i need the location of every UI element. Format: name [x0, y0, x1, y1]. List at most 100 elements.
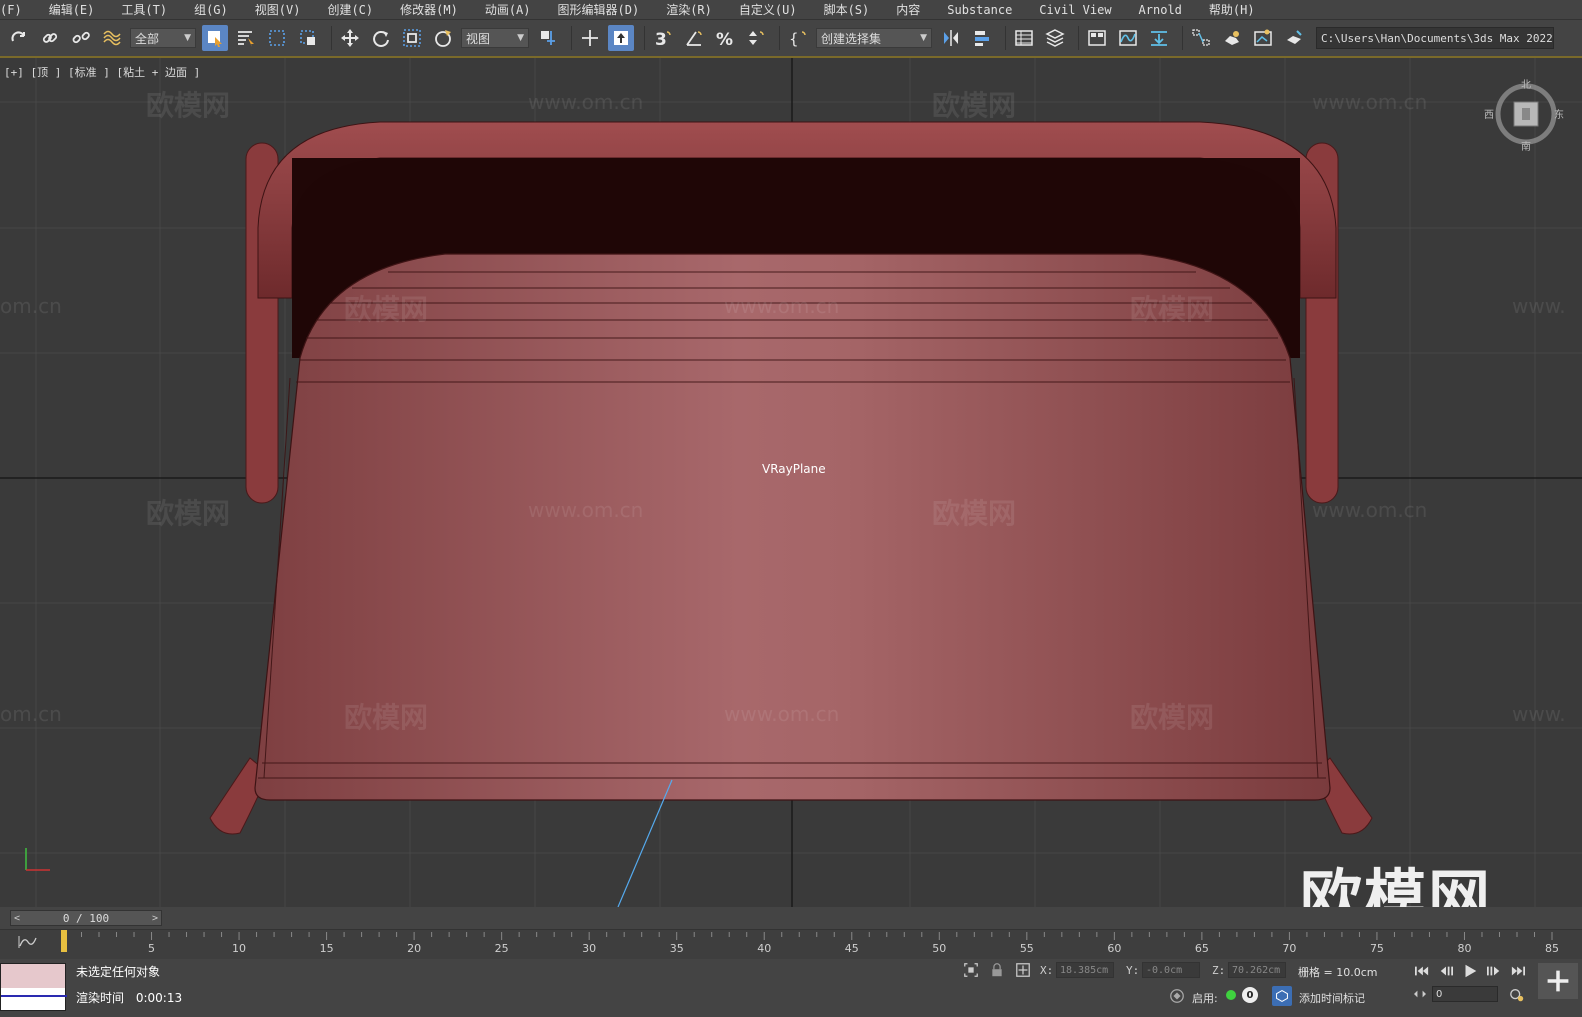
- menu-item[interactable]: 创建(C): [327, 1, 386, 18]
- go-to-start-icon[interactable]: [1412, 963, 1432, 979]
- unlink-icon[interactable]: [68, 25, 94, 51]
- reference-coord-dropdown[interactable]: 视图 ▼: [461, 28, 529, 48]
- maxscript-mini-listener[interactable]: [0, 963, 67, 1011]
- ribbon-toggle-icon[interactable]: [1084, 25, 1110, 51]
- menu-item[interactable]: 自定义(U): [739, 1, 810, 18]
- schematic-view-icon[interactable]: [1188, 25, 1214, 51]
- rendered-frame-window-icon[interactable]: [1250, 25, 1276, 51]
- trackbar[interactable]: 0510152025303540455055606570758085: [0, 929, 1582, 959]
- select-manipulate-icon[interactable]: [577, 25, 603, 51]
- window-crossing-icon[interactable]: [295, 25, 321, 51]
- render-setup-icon[interactable]: [1219, 25, 1245, 51]
- object-label: VRayPlane: [762, 462, 826, 476]
- named-selection-dropdown[interactable]: 创建选择集 ▼: [816, 28, 932, 48]
- menu-item[interactable]: Substance: [947, 3, 1025, 17]
- menu-item[interactable]: 动画(A): [485, 1, 544, 18]
- angle-snap-icon[interactable]: [681, 25, 707, 51]
- snap-toggle-icon[interactable]: 3: [650, 25, 676, 51]
- viewcube-north[interactable]: 北: [1521, 76, 1531, 91]
- play-icon[interactable]: [1460, 961, 1480, 981]
- redo-icon[interactable]: [6, 25, 32, 51]
- menu-item[interactable]: 图形编辑器(D): [558, 1, 653, 18]
- y-coord-field[interactable]: -0.0cm: [1142, 962, 1200, 978]
- keyboard-shortcut-override-icon[interactable]: [608, 25, 634, 51]
- watermark-url-partial-right: www.: [1512, 702, 1566, 726]
- select-object-icon[interactable]: [202, 25, 228, 51]
- current-frame-field[interactable]: 0: [1432, 986, 1498, 1002]
- menu-bar: (F) 编辑(E) 工具(T) 组(G) 视图(V) 创建(C) 修改器(M) 动画(A) 图形…: [0, 0, 1582, 20]
- rectangular-selection-icon[interactable]: [264, 25, 290, 51]
- menu-item[interactable]: 工具(T): [121, 1, 180, 18]
- render-production-icon[interactable]: [1281, 25, 1307, 51]
- x-coord-field[interactable]: 18.385cm: [1056, 962, 1114, 978]
- scene-explorer-icon[interactable]: [1011, 25, 1037, 51]
- time-slider-bar: < 0 / 100 >: [0, 907, 1582, 929]
- trackbar-tick-label: 40: [757, 942, 771, 955]
- curve-editor-icon[interactable]: [1115, 25, 1141, 51]
- spinner-snap-icon[interactable]: [743, 25, 769, 51]
- pivot-center-icon[interactable]: [535, 25, 561, 51]
- watermark-url: www.om.cn: [724, 702, 840, 726]
- menu-item[interactable]: 修改器(M): [400, 1, 471, 18]
- viewcube-east[interactable]: 东: [1554, 106, 1564, 121]
- previous-frame-icon[interactable]: [1436, 963, 1456, 979]
- viewcube-south[interactable]: 南: [1521, 138, 1531, 153]
- trackbar-tick-label: 15: [320, 942, 334, 955]
- go-to-end-icon[interactable]: [1508, 963, 1528, 979]
- toolbar-separator: [571, 26, 572, 50]
- set-key-icon[interactable]: [1538, 963, 1578, 999]
- placement-icon[interactable]: [430, 25, 456, 51]
- menu-item[interactable]: Arnold: [1139, 3, 1195, 17]
- link-icon[interactable]: [37, 25, 63, 51]
- rotate-icon[interactable]: [368, 25, 394, 51]
- move-icon[interactable]: [337, 25, 363, 51]
- scale-icon[interactable]: [399, 25, 425, 51]
- menu-item[interactable]: 编辑(E): [49, 1, 108, 18]
- edit-named-selection-icon[interactable]: {: [785, 25, 811, 51]
- watermark-text: 欧模网: [344, 701, 429, 734]
- trackbar-tick-label: 55: [1020, 942, 1034, 955]
- menu-item[interactable]: (F): [0, 3, 35, 17]
- enable-count-badge[interactable]: 0: [1242, 987, 1258, 1003]
- viewcube-west[interactable]: 西: [1484, 106, 1494, 121]
- project-path-field[interactable]: C:\Users\Han\Documents\3ds Max 2022 ▼: [1316, 27, 1554, 49]
- absolute-mode-icon[interactable]: [1014, 961, 1032, 979]
- next-frame-icon[interactable]: [1484, 963, 1504, 979]
- time-slider-text: 0 / 100: [62, 911, 110, 925]
- dope-sheet-icon[interactable]: [1146, 25, 1172, 51]
- menu-item[interactable]: 脚本(S): [824, 1, 883, 18]
- time-config-icon[interactable]: [1508, 986, 1526, 1004]
- layer-explorer-icon[interactable]: [1042, 25, 1068, 51]
- bind-space-warp-icon[interactable]: [99, 25, 125, 51]
- z-coord-field[interactable]: 70.262cm: [1228, 962, 1286, 978]
- trackbar-tick-label: 50: [932, 942, 946, 955]
- chevron-right-icon[interactable]: >: [149, 911, 161, 925]
- trackbar-tick-label: 85: [1545, 942, 1559, 955]
- adaptive-degradation-icon[interactable]: [1168, 987, 1186, 1005]
- align-icon[interactable]: [969, 25, 995, 51]
- time-tag-icon[interactable]: [1272, 986, 1292, 1006]
- svg-text:{: {: [789, 30, 799, 48]
- watermark-url: www.om.cn: [1312, 90, 1428, 114]
- current-frame-marker[interactable]: [61, 930, 67, 952]
- viewport-top[interactable]: [+] [顶 ] [标准 ] [粘土 + 边面 ] 欧模网 www.om.cn …: [0, 58, 1582, 907]
- isolate-selection-icon[interactable]: [962, 961, 980, 979]
- percent-snap-icon[interactable]: %: [712, 25, 738, 51]
- selection-filter-dropdown[interactable]: 全部 ▼: [130, 28, 196, 48]
- select-by-name-icon[interactable]: [233, 25, 259, 51]
- viewport-label[interactable]: [+] [顶 ] [标准 ] [粘土 + 边面 ]: [4, 64, 200, 80]
- time-slider[interactable]: < 0 / 100 >: [10, 910, 162, 926]
- menu-item[interactable]: 视图(V): [255, 1, 314, 18]
- chevron-left-icon[interactable]: <: [11, 911, 23, 925]
- menu-item[interactable]: 内容: [896, 1, 933, 18]
- frame-spinner-icon[interactable]: [1412, 987, 1428, 1001]
- menu-item[interactable]: 组(G): [194, 1, 241, 18]
- mirror-icon[interactable]: [938, 25, 964, 51]
- menu-item[interactable]: 渲染(R): [666, 1, 725, 18]
- trackbar-tick-label: 30: [582, 942, 596, 955]
- lock-icon[interactable]: [988, 961, 1006, 979]
- menu-item[interactable]: Civil View: [1039, 3, 1124, 17]
- viewcube[interactable]: 北 南 西 东: [1484, 76, 1564, 153]
- menu-item[interactable]: 帮助(H): [1209, 1, 1268, 18]
- add-time-tag[interactable]: 添加时间标记: [1299, 990, 1365, 1006]
